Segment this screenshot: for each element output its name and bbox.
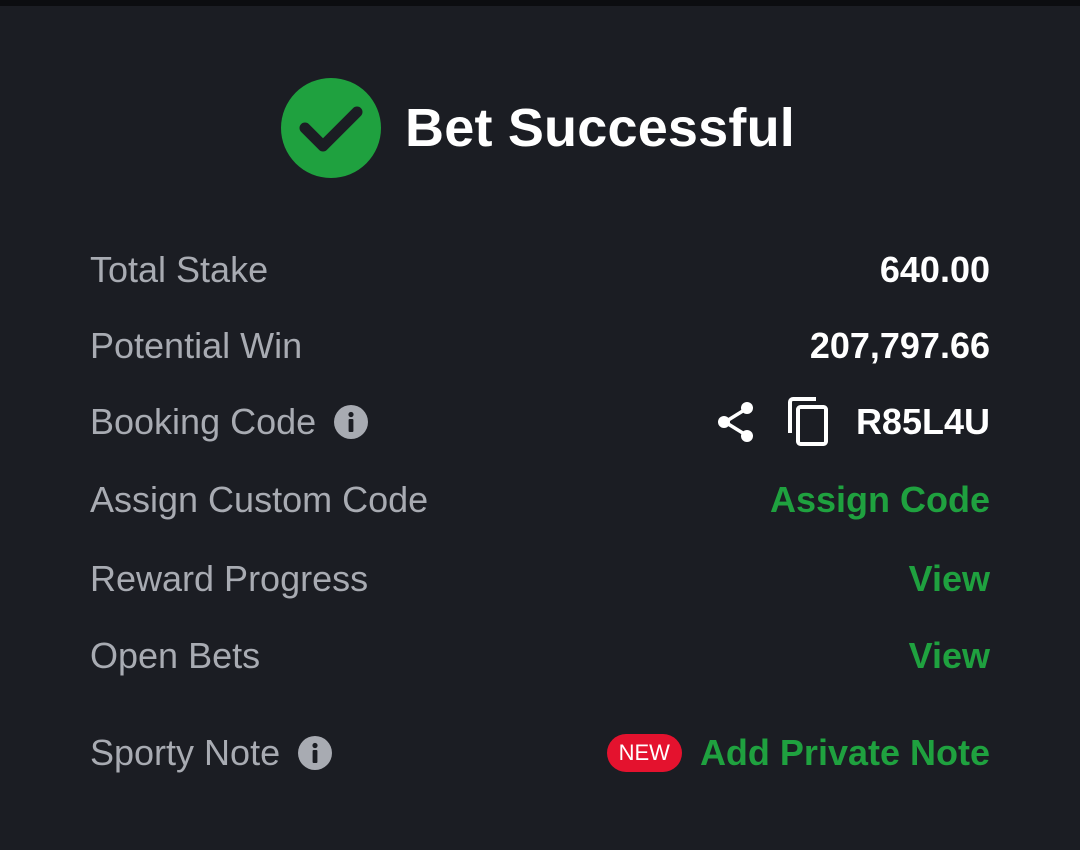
copy-icon[interactable] (786, 397, 830, 447)
total-stake-row: Total Stake 640.00 (90, 240, 990, 300)
bet-success-panel: Bet Successful Total Stake 640.00 Potent… (0, 6, 1080, 850)
check-circle-icon (281, 78, 382, 178)
custom-code-label: Assign Custom Code (90, 479, 429, 520)
sporty-note-label: Sporty Note (90, 732, 281, 773)
booking-code-actions: R85L4U (714, 397, 990, 447)
open-bets-row: Open Bets View (90, 626, 990, 686)
open-bets-view-link[interactable]: View (909, 635, 990, 677)
potential-win-row: Potential Win 207,797.66 (90, 316, 990, 376)
add-private-note-link[interactable]: Add Private Note (700, 732, 990, 774)
reward-progress-view-link[interactable]: View (909, 558, 990, 600)
custom-code-row: Assign Custom Code Assign Code (90, 470, 990, 530)
sporty-note-label-wrap: Sporty Note (90, 732, 333, 774)
booking-code-label: Booking Code (90, 401, 317, 442)
total-stake-value: 640.00 (879, 249, 990, 290)
booking-code-label-wrap: Booking Code (90, 401, 369, 443)
total-stake-label: Total Stake (90, 249, 269, 290)
reward-progress-label: Reward Progress (90, 558, 369, 599)
info-icon[interactable] (334, 405, 369, 439)
open-bets-label: Open Bets (90, 635, 261, 676)
potential-win-label: Potential Win (90, 325, 303, 366)
page-title: Bet Successful (405, 98, 795, 158)
success-header: Bet Successful (0, 78, 1080, 178)
sporty-note-actions: NEW Add Private Note (606, 732, 990, 774)
potential-win-value: 207,797.66 (809, 325, 990, 366)
info-icon[interactable] (298, 736, 333, 770)
booking-code-value[interactable]: R85L4U (856, 401, 990, 443)
share-icon[interactable] (714, 400, 758, 444)
sporty-note-row: Sporty Note NEW Add Private Note (90, 723, 990, 783)
new-badge: NEW (606, 734, 682, 772)
reward-progress-row: Reward Progress View (90, 549, 990, 609)
booking-code-row: Booking Code R85L4U (90, 392, 990, 452)
assign-code-link[interactable]: Assign Code (770, 479, 990, 521)
